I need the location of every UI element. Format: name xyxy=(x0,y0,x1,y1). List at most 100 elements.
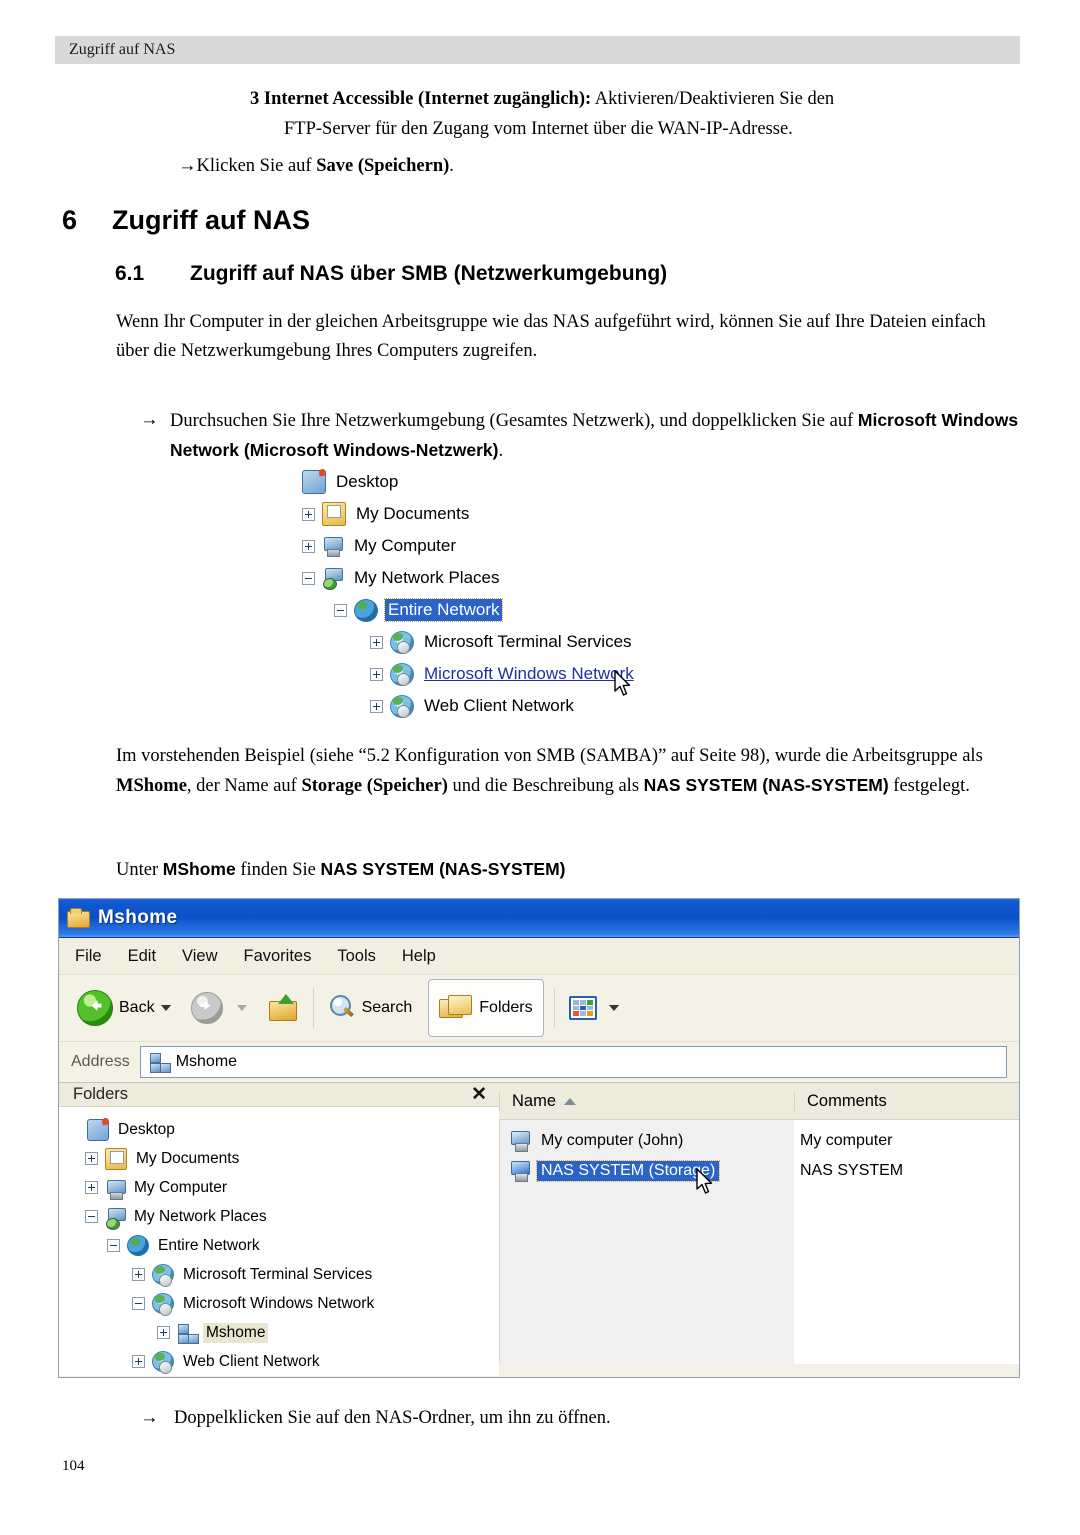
find-bold-mshome: MShome xyxy=(162,859,236,879)
double-click-text: Doppelklicken Sie auf den NAS-Ordner, um… xyxy=(174,1408,611,1428)
expander-plus-icon[interactable] xyxy=(370,699,383,713)
workgroup-icon xyxy=(149,1052,171,1073)
toolbar-separator xyxy=(553,988,555,1028)
list-item[interactable]: My computer (John) xyxy=(500,1126,794,1156)
expander-plus-icon[interactable] xyxy=(157,1326,170,1339)
arrow-glyph: → xyxy=(140,1408,159,1428)
expander-plus-icon[interactable] xyxy=(85,1181,98,1194)
list-item-comment: NAS SYSTEM xyxy=(800,1162,904,1179)
menu-item-edit[interactable]: Edit xyxy=(128,947,156,966)
list-item-selected[interactable]: NAS SYSTEM (Storage) xyxy=(500,1156,794,1194)
window-title: Mshome xyxy=(98,907,178,928)
expander-minus-icon[interactable] xyxy=(107,1239,120,1252)
expander-minus-icon[interactable] xyxy=(334,603,347,617)
column-header-name-label: Name xyxy=(512,1091,557,1110)
expander-plus-icon[interactable] xyxy=(132,1268,145,1281)
chevron-down-icon[interactable] xyxy=(608,1005,619,1011)
workgroup-icon xyxy=(177,1323,199,1344)
expander-plus-icon[interactable] xyxy=(302,539,315,553)
tree-row[interactable]: My Documents xyxy=(85,1144,499,1173)
tree-item-label: Microsoft Terminal Services xyxy=(183,1265,373,1283)
running-header: Zugriff auf NAS xyxy=(55,36,1020,64)
tree-row-entire-network[interactable]: Entire Network xyxy=(334,594,742,626)
tree-item-label: Web Client Network xyxy=(424,696,574,715)
address-input[interactable]: Mshome xyxy=(139,1046,1007,1078)
expander-plus-icon[interactable] xyxy=(370,635,383,649)
globe-computer-icon xyxy=(390,630,414,654)
browse-network-text: Durchsuchen Sie Ihre Netzwerkumgebung (G… xyxy=(170,411,858,431)
list-item-comment: My computer xyxy=(800,1132,893,1149)
step-rest: Aktivieren/Deaktivieren Sie den xyxy=(591,89,835,109)
expander-minus-icon[interactable] xyxy=(302,571,315,585)
example-text-1: Im vorstehenden Beispiel (siehe “5.2 Kon… xyxy=(116,746,983,766)
sort-ascending-icon xyxy=(564,1097,577,1105)
mouse-cursor-icon xyxy=(613,670,633,698)
example-text-4: festgelegt. xyxy=(888,776,970,796)
tree-row[interactable]: My Computer xyxy=(85,1173,499,1202)
tree-row[interactable]: My Network Places xyxy=(302,562,742,594)
column-header-name[interactable]: Name xyxy=(499,1091,794,1111)
toolbar-separator xyxy=(312,988,314,1028)
tree-item-label: Microsoft Terminal Services xyxy=(424,632,632,651)
tree-row[interactable]: Microsoft Windows Network xyxy=(132,1289,499,1318)
expander-minus-icon[interactable] xyxy=(132,1297,145,1310)
menu-item-file[interactable]: File xyxy=(75,947,102,966)
menu-bar: File Edit View Favorites Tools Help xyxy=(59,938,1019,975)
search-button-label: Search xyxy=(361,999,413,1016)
expander-plus-icon[interactable] xyxy=(132,1355,145,1368)
search-button[interactable]: Search xyxy=(322,982,419,1034)
close-icon[interactable]: ✕ xyxy=(471,1083,487,1106)
menu-item-view[interactable]: View xyxy=(182,947,217,966)
tree-row[interactable]: Web Client Network xyxy=(370,690,742,722)
menu-item-help[interactable]: Help xyxy=(402,947,436,966)
click-save-bold: Save (Speichern) xyxy=(316,156,450,176)
explorer-panes: Folders ✕ Desktop My Documents My Comput… xyxy=(59,1083,1019,1376)
tree-row[interactable]: My Network Places xyxy=(85,1202,499,1231)
folders-pane-header: Folders ✕ xyxy=(59,1083,499,1107)
tree-row[interactable]: My Documents xyxy=(302,498,742,530)
expander-plus-icon[interactable] xyxy=(370,667,383,681)
explorer-window: Mshome File Edit View Favorites Tools He… xyxy=(58,898,1020,1378)
tree-row[interactable]: Entire Network xyxy=(107,1231,499,1260)
tree-row[interactable]: Microsoft Terminal Services xyxy=(370,626,742,658)
column-header-comments[interactable]: Comments xyxy=(794,1091,1019,1111)
back-button[interactable]: Back xyxy=(71,982,177,1034)
find-bold-nas-system: NAS SYSTEM (NAS-SYSTEM) xyxy=(320,859,566,879)
tree-item-label: Desktop xyxy=(118,1120,175,1138)
tree-row[interactable]: Microsoft Terminal Services xyxy=(132,1260,499,1289)
expander-plus-icon[interactable] xyxy=(302,507,315,521)
tree-item-label: My Documents xyxy=(136,1149,240,1167)
tree-item-label: My Computer xyxy=(354,536,457,555)
my-computer-icon xyxy=(105,1178,126,1200)
views-button[interactable] xyxy=(563,982,625,1034)
list-item-name: My computer (John) xyxy=(541,1132,684,1149)
arrow-glyph: → xyxy=(140,410,159,430)
section-number: 6 xyxy=(62,205,78,235)
folders-button[interactable]: Folders xyxy=(428,979,544,1037)
desktop-icon xyxy=(302,470,326,494)
chevron-down-icon[interactable] xyxy=(160,1005,171,1011)
browse-network-instruction: → Durchsuchen Sie Ihre Netzwerkumgebung … xyxy=(140,406,1025,466)
step-line2: FTP-Server für den Zugang vom Internet ü… xyxy=(284,119,793,139)
tree-item-label: My Network Places xyxy=(134,1207,267,1225)
up-one-level-button[interactable] xyxy=(263,982,305,1034)
expander-plus-icon[interactable] xyxy=(85,1152,98,1165)
forward-button[interactable] xyxy=(185,982,253,1034)
menu-item-favorites[interactable]: Favorites xyxy=(244,947,312,966)
expander-none-icon xyxy=(282,476,295,489)
tree-row[interactable]: My Computer xyxy=(302,530,742,562)
expander-minus-icon[interactable] xyxy=(85,1210,98,1223)
tree-item-label[interactable]: Microsoft Windows Network xyxy=(421,663,637,685)
address-bar: Address Mshome xyxy=(59,1042,1019,1083)
file-list-pane: Name Comments My computer (John) NAS SYS… xyxy=(499,1083,1019,1364)
tree-row-microsoft-windows-network[interactable]: Microsoft Windows Network xyxy=(370,658,742,696)
tree-row[interactable]: Desktop xyxy=(282,466,742,498)
tree-row-mshome[interactable]: Mshome xyxy=(157,1318,499,1347)
menu-item-tools[interactable]: Tools xyxy=(337,947,376,966)
address-value: Mshome xyxy=(175,1053,238,1070)
chevron-down-icon[interactable] xyxy=(236,1005,247,1011)
tree-row[interactable]: Web Client Network xyxy=(132,1347,499,1376)
tree-row[interactable]: Desktop xyxy=(67,1115,499,1144)
section-title: Zugriff auf NAS xyxy=(112,205,310,235)
find-text-1: Unter xyxy=(116,860,163,880)
